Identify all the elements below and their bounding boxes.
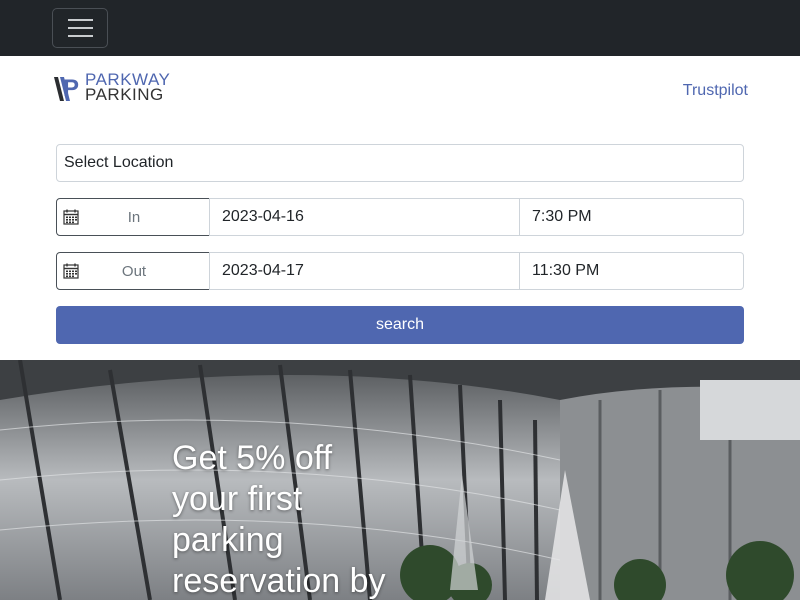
hero-banner: Get 5% off your first parking reservatio… (0, 360, 800, 600)
check-out-row: Out 2023-04-17 11:30 PM (56, 252, 744, 290)
logo-p-icon: P (54, 75, 79, 102)
hamburger-menu-icon-bar (68, 35, 93, 37)
check-out-time-input[interactable]: 11:30 PM (519, 252, 744, 290)
check-in-row: In 2023-04-16 7:30 PM (56, 198, 744, 236)
logo-word-parking: PARKING (85, 85, 164, 104)
search-button[interactable]: search (56, 306, 744, 344)
top-navbar (0, 0, 800, 56)
check-out-label[interactable]: Out (56, 252, 210, 290)
check-in-label[interactable]: In (56, 198, 210, 236)
check-out-label-text: Out (121, 263, 147, 280)
hamburger-menu-icon (68, 19, 93, 21)
location-select[interactable]: Select Location (56, 144, 744, 182)
brand-row: P PARKWAY PARKING Trustpilot (0, 56, 800, 126)
svg-text:P: P (63, 75, 79, 102)
trustpilot-link[interactable]: Trustpilot (683, 82, 748, 100)
check-in-time-input[interactable]: 7:30 PM (519, 198, 744, 236)
site-logo[interactable]: P PARKWAY PARKING (54, 71, 174, 104)
check-in-label-text: In (127, 209, 141, 226)
hero-headline: Get 5% off your first parking reservatio… (172, 439, 386, 600)
check-out-date-input[interactable]: 2023-04-17 (209, 252, 520, 290)
check-in-date-input[interactable]: 2023-04-16 (209, 198, 520, 236)
menu-toggle-button[interactable] (52, 8, 108, 48)
hamburger-menu-icon-bar (68, 27, 93, 29)
